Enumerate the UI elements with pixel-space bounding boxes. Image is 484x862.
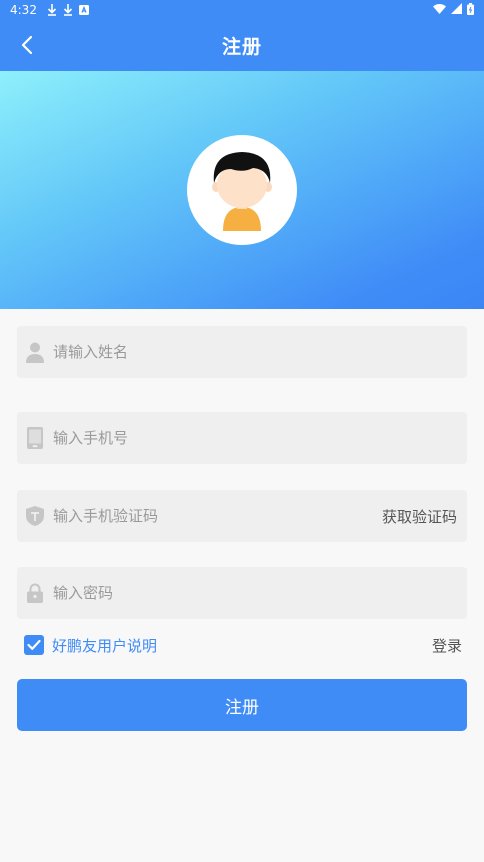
agreement-checkbox[interactable]: [24, 635, 44, 655]
header-banner: [0, 71, 484, 309]
page-title: 注册: [221, 36, 262, 58]
phone-field[interactable]: [17, 412, 467, 464]
login-link[interactable]: 登录: [432, 635, 462, 656]
wifi-icon: [433, 3, 446, 17]
name-field[interactable]: [17, 326, 467, 378]
phone-icon: [25, 427, 45, 449]
shield-icon: [25, 505, 45, 527]
back-button[interactable]: [14, 32, 40, 58]
signal-icon: [451, 3, 462, 17]
checkmark-icon: [27, 639, 41, 650]
agreement-row: 好鹏友用户说明 登录: [24, 633, 462, 657]
name-input[interactable]: [53, 326, 467, 378]
avatar-illustration: [212, 152, 272, 231]
download-icon: [63, 4, 73, 16]
app-notification-icon: [78, 5, 89, 15]
status-time: 4:32: [10, 3, 37, 17]
lock-icon: [25, 582, 45, 604]
phone-input[interactable]: [53, 412, 467, 464]
password-field[interactable]: [17, 567, 467, 619]
password-input[interactable]: [53, 567, 467, 619]
user-icon: [25, 341, 45, 363]
register-button[interactable]: 注册: [17, 679, 467, 731]
avatar: [187, 135, 297, 245]
download-icon: [47, 4, 57, 16]
status-bar: 4:32: [0, 0, 484, 20]
verification-code-input[interactable]: [53, 490, 382, 542]
verification-code-field[interactable]: 获取验证码: [17, 490, 467, 542]
chevron-left-icon: [21, 35, 33, 55]
navigation-bar: 注册: [0, 20, 484, 71]
battery-icon: [467, 2, 474, 18]
get-code-button[interactable]: 获取验证码: [382, 506, 467, 527]
user-agreement-link[interactable]: 好鹏友用户说明: [52, 635, 157, 656]
